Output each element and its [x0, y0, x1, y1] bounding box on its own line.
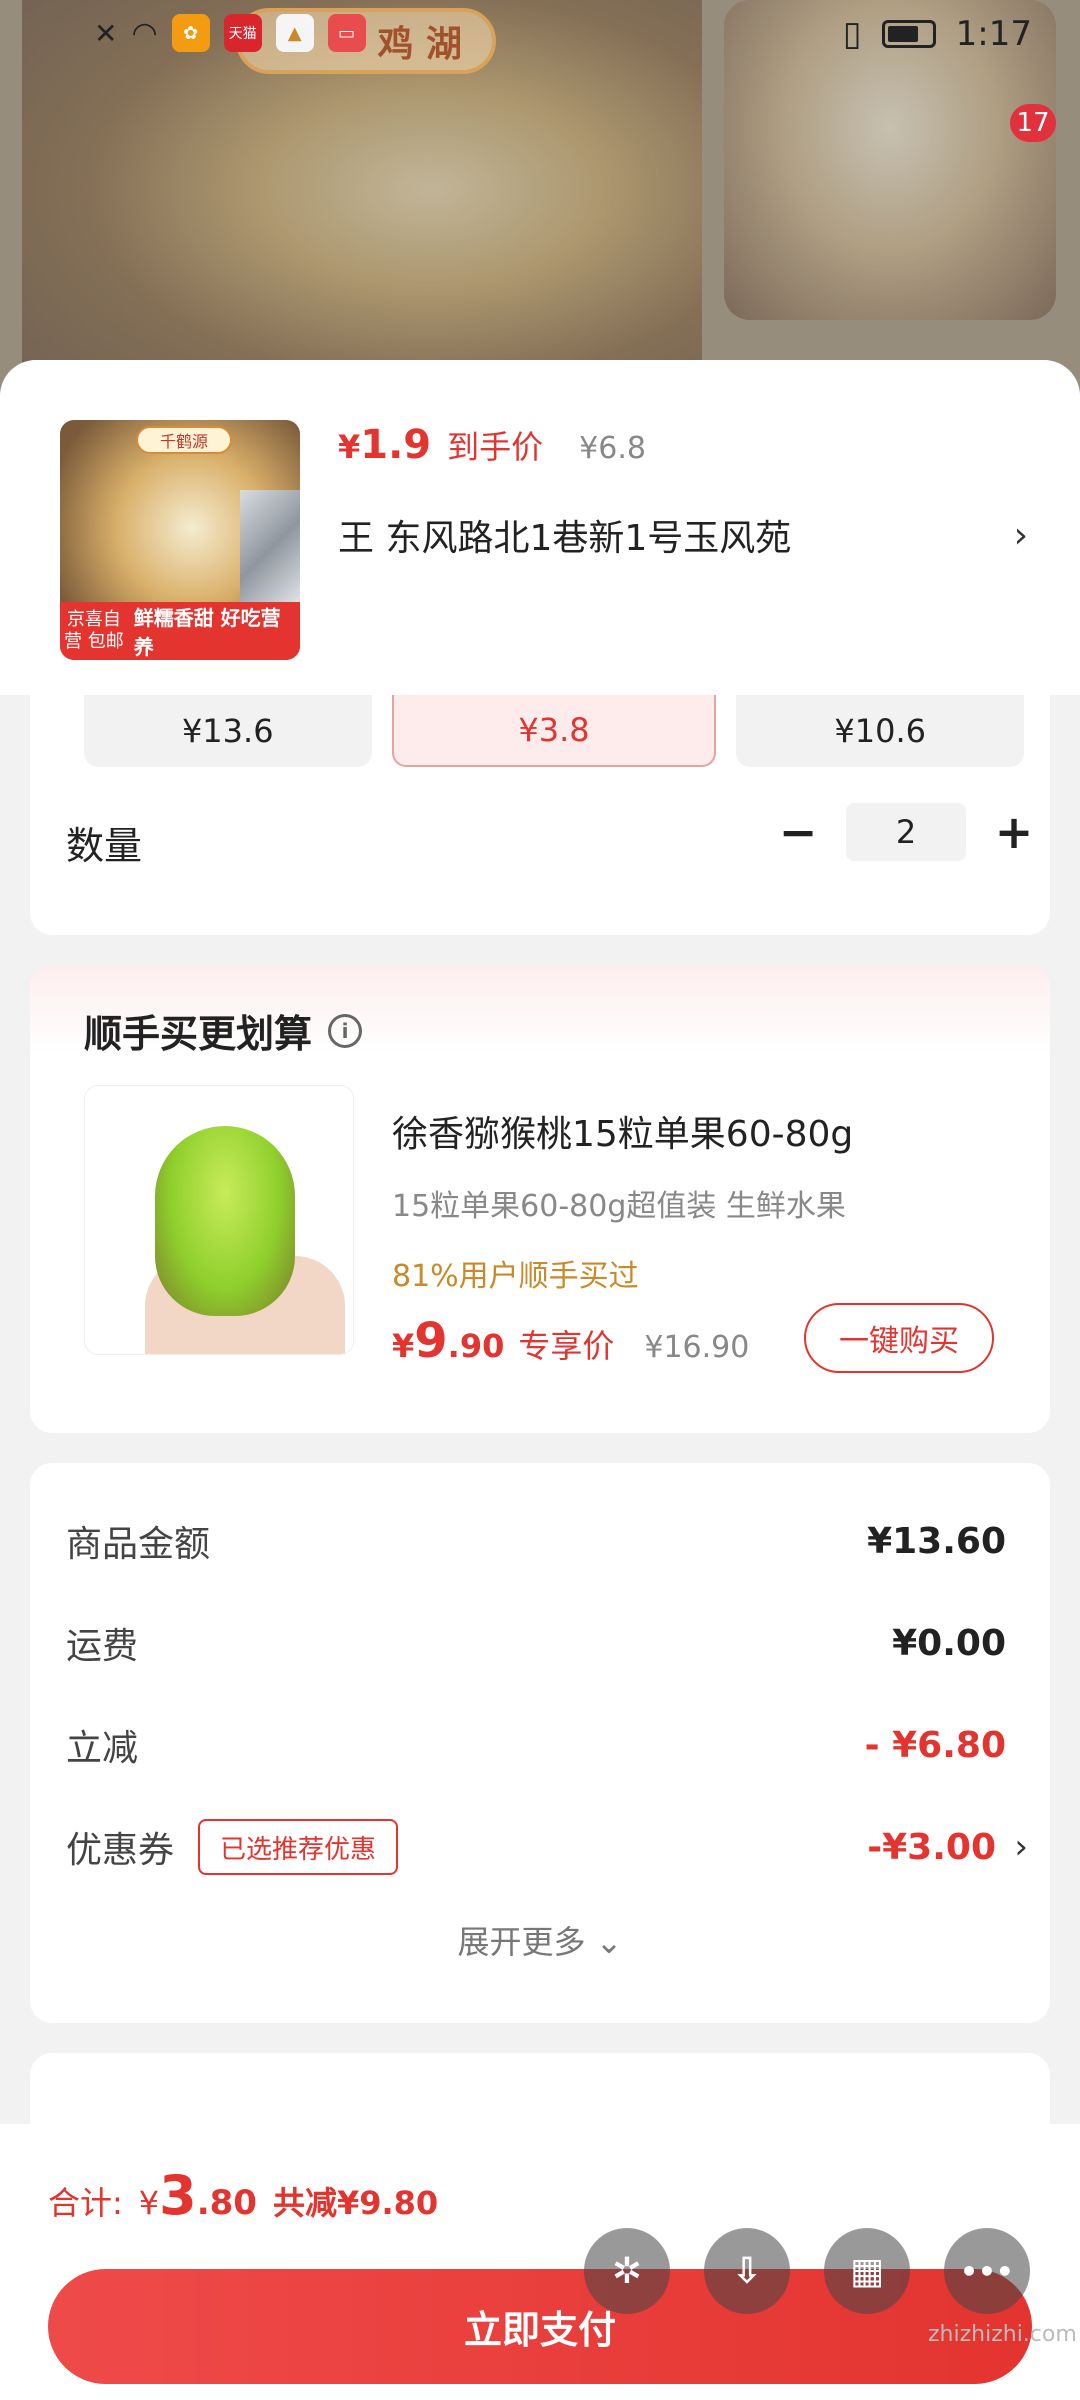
- app-icon: ✿: [171, 14, 210, 52]
- expand-more-button[interactable]: 展开更多 ⌄: [30, 1917, 1050, 1963]
- bottom-pay-bar: 合计: ¥ 3 .80 共减¥9.80 立即支付: [0, 2124, 1080, 2400]
- spec-option-1[interactable]: ¥13.6: [84, 695, 372, 767]
- summary-row-goods: 商品金额 ¥13.60: [66, 1520, 1006, 1566]
- product-thumbnail[interactable]: 千鹤源 京喜自营 包邮 鲜糯香甜 好吃营养: [60, 420, 300, 660]
- checkout-sheet: 千鹤源 京喜自营 包邮 鲜糯香甜 好吃营养 ¥1.9 到手价 ¥6.8 王 东风…: [0, 360, 1080, 2400]
- upsell-product-image[interactable]: [84, 1085, 354, 1355]
- grid-icon[interactable]: ▦: [824, 2228, 910, 2314]
- upsell-users-stat: 81%用户顺手买过: [392, 1259, 639, 1294]
- quantity-label: 数量: [66, 824, 143, 868]
- total-saved: 共减¥9.80: [272, 2184, 439, 2222]
- upsell-price-tag: 专享价: [518, 1327, 615, 1365]
- quantity-stepper: − 2 +: [774, 803, 1038, 861]
- order-total: 合计: ¥ 3 .80 共减¥9.80: [48, 2164, 439, 2227]
- chevron-right-icon: ›: [1014, 1827, 1028, 1867]
- price-row: ¥1.9 到手价 ¥6.8: [338, 422, 646, 468]
- download-icon[interactable]: ⇩: [704, 2228, 790, 2314]
- spec-options: ¥13.6 ¥3.8 ¥10.6: [84, 695, 1024, 767]
- upsell-price: ¥9.90: [392, 1313, 505, 1369]
- coupon-amount: -¥3.00: [867, 1826, 996, 1868]
- quantity-input[interactable]: 2: [846, 803, 966, 861]
- status-bar: ✕ ◠ ✿ 天猫 ▲ ▭ ▯ 1:17: [0, 0, 1080, 70]
- summary-row-discount: 立减 - ¥6.80: [66, 1724, 1006, 1770]
- order-summary-card: 商品金额 ¥13.60 运费 ¥0.00 立减 - ¥6.80 优惠券 已选推荐…: [30, 1463, 1050, 2023]
- thumb-foil: [240, 490, 300, 610]
- upsell-original-price: ¥16.90: [644, 1330, 750, 1365]
- upsell-product-desc: 15粒单果60-80g超值装 生鲜水果: [392, 1189, 846, 1224]
- summary-row-shipping: 运费 ¥0.00: [66, 1622, 1006, 1668]
- info-icon[interactable]: i: [328, 1013, 363, 1048]
- spec-quantity-card: ¥13.6 ¥3.8 ¥10.6 数量 − 2 +: [30, 695, 1050, 935]
- sparkle-icon[interactable]: ✲: [584, 2228, 670, 2314]
- app-icon-2: ▲: [275, 14, 314, 52]
- thumb-strip-shipping: 京喜自营 包邮: [63, 609, 124, 652]
- watermark: zhizhizhi.com: [928, 2322, 1077, 2347]
- app-icon-3: ▭: [327, 14, 366, 52]
- upsell-product-name[interactable]: 徐香猕猴桃15粒单果60-80g: [392, 1105, 853, 1157]
- final-price: ¥1.9: [338, 422, 432, 468]
- cart-count-badge: 17: [1010, 104, 1056, 142]
- address-text: 王 东风路北1巷新1号玉风苑: [338, 518, 792, 559]
- tmall-icon: 天猫: [223, 14, 262, 52]
- wifi-icon: ◠: [131, 15, 158, 51]
- goods-amount: ¥13.60: [867, 1520, 1006, 1562]
- coupon-recommend-tag[interactable]: 已选推荐优惠: [198, 1819, 399, 1875]
- chevron-right-icon: ›: [1013, 514, 1028, 556]
- address-row[interactable]: 王 东风路北1巷新1号玉风苑 ›: [338, 510, 1028, 560]
- product-header: 千鹤源 京喜自营 包邮 鲜糯香甜 好吃营养 ¥1.9 到手价 ¥6.8 王 东风…: [0, 360, 1080, 695]
- original-price: ¥6.8: [579, 431, 646, 466]
- upsell-price-row: ¥9.90 专享价 ¥16.90: [392, 1313, 749, 1369]
- one-click-buy-button[interactable]: 一键购买: [804, 1303, 994, 1373]
- thumb-strip: 京喜自营 包邮 鲜糯香甜 好吃营养: [60, 602, 300, 660]
- shipping-amount: ¥0.00: [892, 1622, 1006, 1664]
- battery-icon: [881, 20, 936, 48]
- more-icon[interactable]: •••: [944, 2228, 1030, 2314]
- summary-row-coupon[interactable]: 优惠券 已选推荐优惠 -¥3.00 ›: [66, 1817, 1028, 1877]
- thumb-strip-slogan: 鲜糯香甜 好吃营养: [133, 606, 281, 659]
- upsell-card: 顺手买更划算 i 徐香猕猴桃15粒单果60-80g 15粒单果60-80g超值装…: [30, 965, 1050, 1433]
- spec-option-2-selected[interactable]: ¥3.8: [391, 695, 717, 767]
- spec-option-3[interactable]: ¥10.6: [736, 695, 1024, 767]
- increment-button[interactable]: +: [990, 805, 1038, 859]
- final-price-tag: 到手价: [447, 428, 544, 466]
- decrement-button[interactable]: −: [774, 805, 822, 859]
- vibrate-icon: ▯: [842, 14, 862, 54]
- upsell-title: 顺手买更划算 i: [84, 1003, 363, 1058]
- thumb-brand-tag: 千鹤源: [136, 426, 232, 454]
- clock: 1:17: [955, 14, 1032, 54]
- discount-amount: - ¥6.80: [864, 1724, 1006, 1766]
- signal-icon: ✕: [94, 16, 118, 50]
- kiwi-illustration: [155, 1126, 295, 1316]
